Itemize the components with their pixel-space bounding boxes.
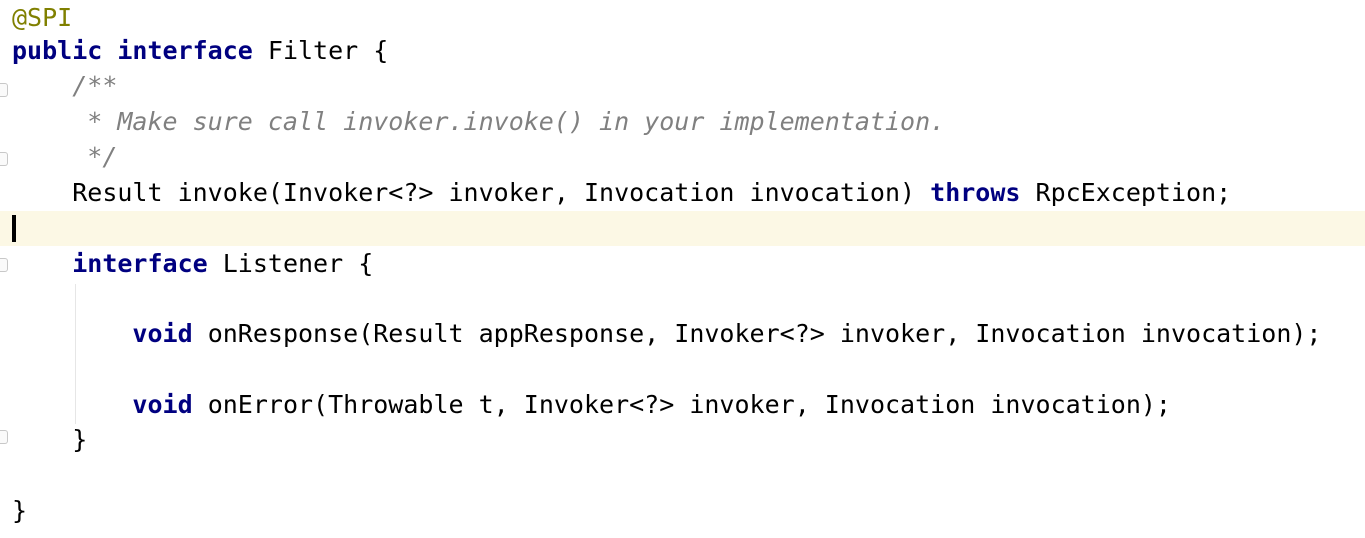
code-text: onError(Throwable t, Invoker<?> invoker,…	[192, 390, 1171, 419]
text-caret	[12, 215, 16, 242]
comment-token: * Make sure call invoker.invoke() in you…	[72, 107, 946, 136]
code-text: onResponse(Result appResponse, Invoker<?…	[192, 319, 1322, 348]
comment-token: */	[72, 142, 118, 171]
code-line[interactable]: */	[12, 139, 1365, 174]
current-line[interactable]	[0, 211, 1365, 246]
annotation-token: @SPI	[12, 3, 73, 32]
comment-token: /**	[72, 71, 118, 100]
fold-icon[interactable]	[0, 83, 8, 97]
fold-icon[interactable]	[0, 152, 8, 166]
code-line[interactable]: void onError(Throwable t, Invoker<?> inv…	[12, 387, 1365, 422]
code-text: Listener {	[207, 249, 374, 278]
code-text: Result invoke(Invoker<?> invoker, Invoca…	[72, 178, 931, 207]
code-line[interactable]: Result invoke(Invoker<?> invoker, Invoca…	[12, 175, 1365, 210]
fold-icon[interactable]	[0, 430, 8, 444]
code-line[interactable]: }	[12, 493, 1365, 528]
closing-brace: }	[12, 496, 28, 525]
code-line[interactable]: @SPI	[12, 0, 1365, 35]
code-line[interactable]: public interface Filter {	[12, 33, 1365, 68]
closing-brace: }	[72, 425, 88, 454]
code-line[interactable]: void onResponse(Result appResponse, Invo…	[12, 316, 1365, 351]
keyword-token: interface	[72, 249, 208, 278]
keyword-token: void	[132, 390, 193, 419]
keyword-token: public	[12, 36, 103, 65]
code-line[interactable]: /**	[12, 68, 1365, 103]
keyword-token: interface	[117, 36, 253, 65]
code-line[interactable]: * Make sure call invoker.invoke() in you…	[12, 104, 1365, 139]
keyword-token: throws	[930, 178, 1021, 207]
code-editor[interactable]: @SPI public interface Filter { /** * Mak…	[0, 0, 1365, 538]
code-text: RpcException;	[1020, 178, 1232, 207]
code-line[interactable]: interface Listener {	[12, 246, 1365, 281]
code-text: Filter {	[252, 36, 389, 65]
keyword-token: void	[132, 319, 193, 348]
code-line[interactable]: }	[12, 422, 1365, 457]
